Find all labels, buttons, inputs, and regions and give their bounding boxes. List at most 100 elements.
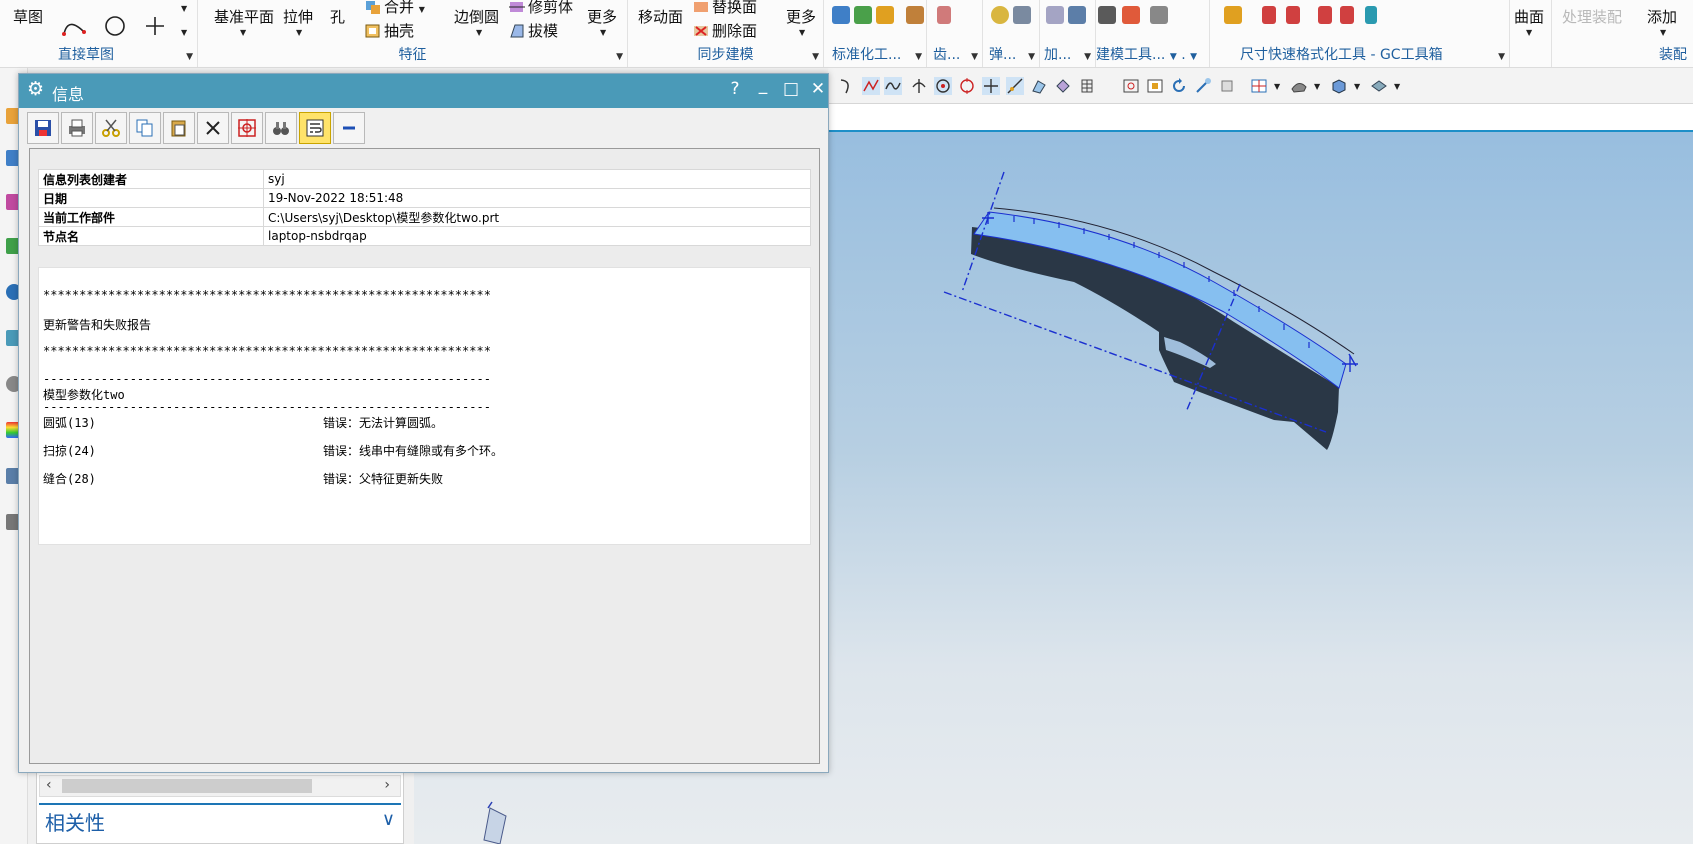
save-button[interactable] bbox=[27, 112, 59, 144]
view-fit-icon[interactable] bbox=[1122, 77, 1140, 95]
point-plus-icon[interactable] bbox=[143, 14, 167, 38]
chevron-down-icon[interactable]: ∨ bbox=[382, 809, 395, 830]
snap-point-icon[interactable] bbox=[982, 77, 1000, 95]
circle-icon[interactable] bbox=[103, 14, 127, 38]
snap-center-icon[interactable] bbox=[934, 77, 952, 95]
spring-icon-2[interactable] bbox=[1013, 6, 1031, 24]
help-button[interactable]: ? bbox=[724, 79, 746, 99]
edge-blend-caret[interactable]: ▼ bbox=[476, 28, 482, 37]
delete-button[interactable] bbox=[197, 112, 229, 144]
add-icon-2[interactable] bbox=[1068, 6, 1086, 24]
snap-bounded-icon[interactable] bbox=[1054, 77, 1072, 95]
extrude-button[interactable]: 拉伸 bbox=[283, 6, 313, 27]
snap-endpoint-icon[interactable] bbox=[862, 77, 880, 95]
minimize-button[interactable]: _ bbox=[752, 75, 774, 95]
spring-icon-1[interactable] bbox=[991, 6, 1009, 24]
snap-intersection-icon[interactable] bbox=[910, 77, 928, 95]
curve-rule-icon[interactable] bbox=[838, 77, 856, 95]
surface-caret[interactable]: ▼ bbox=[1526, 28, 1532, 37]
snap-on-curve-icon[interactable] bbox=[1006, 77, 1024, 95]
feature-dropdown[interactable]: ▼ bbox=[616, 52, 623, 62]
datum-plane-caret[interactable]: ▼ bbox=[240, 28, 246, 37]
edge-blend-button[interactable]: 边倒圆 bbox=[454, 6, 499, 27]
layout-icon[interactable] bbox=[1250, 77, 1268, 95]
surface-button[interactable]: 曲面 bbox=[1514, 6, 1544, 27]
snap-grid-icon[interactable] bbox=[1078, 77, 1096, 95]
close-button[interactable]: ✕ bbox=[807, 79, 829, 99]
shaded-cube-caret[interactable]: ▼ bbox=[1354, 82, 1360, 91]
sketch-button[interactable]: 草图 bbox=[13, 6, 43, 27]
sync-more-caret[interactable]: ▼ bbox=[799, 28, 805, 37]
maximize-button[interactable]: □ bbox=[780, 79, 802, 99]
word-wrap-button[interactable] bbox=[299, 112, 331, 144]
find-button[interactable] bbox=[265, 112, 297, 144]
gc-tool-icon-3[interactable] bbox=[1286, 6, 1300, 24]
gc-tool-icon-1[interactable] bbox=[1224, 6, 1242, 24]
scroll-right-icon[interactable]: › bbox=[384, 777, 390, 793]
snap-quadrant-icon[interactable] bbox=[958, 77, 976, 95]
gc-tool-icon-6[interactable] bbox=[1365, 6, 1377, 24]
standard-part-icon-1[interactable] bbox=[832, 6, 850, 24]
direct-sketch-dropdown[interactable]: ▼ bbox=[186, 52, 193, 62]
unite-button[interactable]: 合并 ▼ bbox=[384, 0, 425, 17]
snap-on-face-icon[interactable] bbox=[1030, 77, 1048, 95]
view-pan-icon[interactable] bbox=[1194, 77, 1212, 95]
delete-face-button[interactable]: 删除面 bbox=[712, 20, 757, 41]
sync-more-button[interactable]: 更多 bbox=[786, 6, 816, 27]
report-text-area[interactable]: ****************************************… bbox=[38, 267, 811, 545]
draft-button[interactable]: 拔模 bbox=[528, 20, 558, 41]
view-orient-icon[interactable] bbox=[1218, 77, 1236, 95]
scroll-left-icon[interactable]: ‹ bbox=[46, 777, 52, 793]
locate-button[interactable] bbox=[231, 112, 263, 144]
trim-body-button[interactable]: 修剪体 bbox=[528, 0, 573, 17]
view-zoom-icon[interactable] bbox=[1146, 77, 1164, 95]
add-dropdown[interactable]: ▼ bbox=[1084, 52, 1091, 62]
dialog-titlebar[interactable]: ⚙ 信息 ? _ □ ✕ bbox=[19, 74, 828, 108]
print-button[interactable] bbox=[61, 112, 93, 144]
relations-section-header[interactable]: 相关性 ∨ bbox=[39, 803, 401, 835]
feature-more-button[interactable]: 更多 bbox=[587, 6, 617, 27]
spring-dropdown[interactable]: ▼ bbox=[1028, 52, 1035, 62]
gear-dropdown[interactable]: ▼ bbox=[971, 52, 978, 62]
render-style-icon[interactable] bbox=[1290, 77, 1308, 95]
standard-parts-dropdown[interactable]: ▼ bbox=[915, 52, 922, 62]
sketch-gallery-caret[interactable]: ▼ bbox=[181, 28, 187, 37]
modeling-tool-icon-1[interactable] bbox=[1098, 6, 1116, 24]
replace-face-button[interactable]: 替换面 bbox=[712, 0, 757, 17]
standard-part-icon-3[interactable] bbox=[876, 6, 894, 24]
modeling-tool-icon-2[interactable] bbox=[1122, 6, 1140, 24]
paste-button[interactable] bbox=[163, 112, 195, 144]
gc-tool-icon-4[interactable] bbox=[1318, 6, 1332, 24]
sync-dropdown[interactable]: ▼ bbox=[812, 52, 819, 62]
arc-icon[interactable] bbox=[62, 14, 86, 38]
copy-button[interactable] bbox=[129, 112, 161, 144]
shell-button[interactable]: 抽壳 bbox=[384, 20, 414, 41]
process-assembly-button[interactable]: 处理装配 bbox=[1562, 6, 1622, 27]
layout-caret[interactable]: ▼ bbox=[1274, 82, 1280, 91]
add-component-caret[interactable]: ▼ bbox=[1660, 28, 1666, 37]
horizontal-scrollbar[interactable]: ‹ › bbox=[39, 775, 401, 797]
hole-button[interactable]: 孔 bbox=[330, 6, 345, 27]
snap-curve-icon[interactable] bbox=[884, 77, 902, 95]
add-component-button[interactable]: 添加 bbox=[1647, 6, 1677, 27]
move-face-button[interactable]: 移动面 bbox=[638, 6, 683, 27]
visibility-caret[interactable]: ▼ bbox=[1394, 82, 1400, 91]
view-rotate-icon[interactable] bbox=[1170, 77, 1188, 95]
standard-part-icon-2[interactable] bbox=[854, 6, 872, 24]
standard-part-icon-4[interactable] bbox=[906, 6, 924, 24]
render-style-caret[interactable]: ▼ bbox=[1314, 82, 1320, 91]
shaded-cube-icon[interactable] bbox=[1330, 77, 1348, 95]
datum-plane-button[interactable]: 基准平面 bbox=[214, 6, 274, 27]
collapse-button[interactable] bbox=[333, 112, 365, 144]
scrollbar-thumb[interactable] bbox=[62, 779, 312, 793]
gear-tool-icon[interactable] bbox=[937, 6, 951, 24]
add-icon-1[interactable] bbox=[1046, 6, 1064, 24]
sketch-more-caret[interactable]: ▼ bbox=[181, 4, 187, 13]
gc-tool-icon-5[interactable] bbox=[1340, 6, 1354, 24]
feature-more-caret[interactable]: ▼ bbox=[600, 28, 606, 37]
gc-tool-icon-2[interactable] bbox=[1262, 6, 1276, 24]
modeling-tool-icon-3[interactable] bbox=[1150, 6, 1168, 24]
visibility-icon[interactable] bbox=[1370, 77, 1388, 95]
extrude-caret[interactable]: ▼ bbox=[296, 28, 302, 37]
cut-button[interactable] bbox=[95, 112, 127, 144]
